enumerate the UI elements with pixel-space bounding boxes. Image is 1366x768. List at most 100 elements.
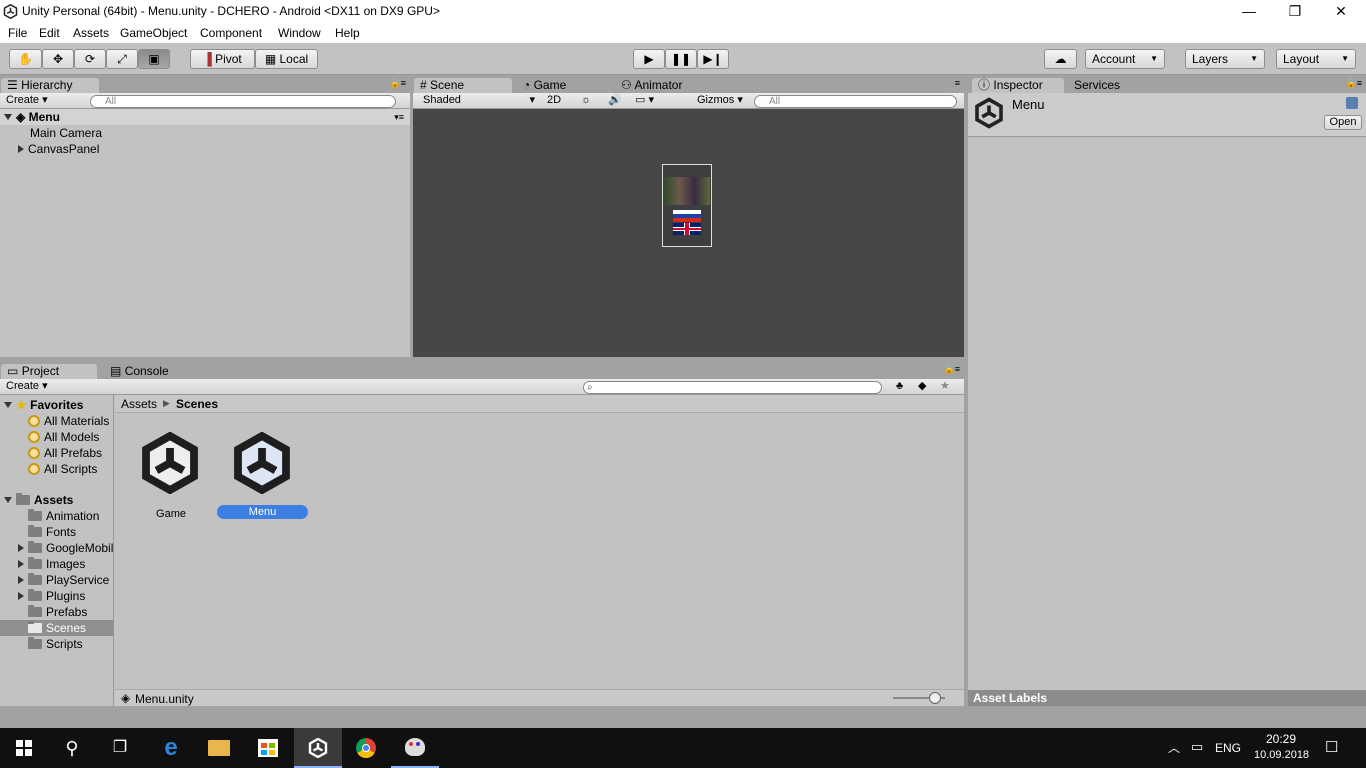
pause-button[interactable]: ❚❚ <box>665 49 697 69</box>
expand-arrow-icon[interactable] <box>18 145 24 153</box>
asset-item-menu[interactable]: Menu <box>217 432 308 522</box>
tab-scene[interactable]: # Scene <box>414 78 512 94</box>
hierarchy-search-input[interactable]: All <box>90 95 396 108</box>
create-dropdown[interactable]: Create ▾ <box>6 380 48 394</box>
flag-uk-icon[interactable] <box>673 223 701 235</box>
mode-2d-toggle[interactable]: 2D <box>547 94 567 108</box>
battery-icon[interactable]: ▭ <box>1191 739 1203 755</box>
play-button[interactable]: ▶ <box>633 49 665 69</box>
task-view-button[interactable]: ❐ <box>96 728 144 768</box>
explorer-app[interactable] <box>195 728 243 768</box>
store-app[interactable] <box>244 728 292 768</box>
tab-game[interactable]: ◔ Game <box>517 78 607 94</box>
folder-item-selected[interactable]: Scenes <box>0 620 113 636</box>
pivot-button[interactable]: ▐ Pivot <box>190 49 255 69</box>
hierarchy-item[interactable]: Main Camera <box>0 125 102 141</box>
open-button[interactable]: Open <box>1324 115 1362 130</box>
tab-console[interactable]: ▤ Console <box>104 364 194 380</box>
scene-menu-icon[interactable]: ▾≡ <box>394 109 404 125</box>
filter-type-button[interactable]: ♣ <box>896 380 903 394</box>
create-dropdown[interactable]: Create ▾ <box>6 94 48 108</box>
scene-row[interactable]: ◈ Menu ▾≡ <box>0 109 410 125</box>
folder-item[interactable]: Images <box>0 556 85 572</box>
tab-project[interactable]: ▭ Project <box>1 364 97 380</box>
search-button[interactable]: ⚲ <box>48 728 96 768</box>
edge-app[interactable]: e <box>147 728 195 768</box>
lock-icon[interactable]: 🔒≡ <box>390 78 406 89</box>
expand-arrow-icon[interactable] <box>18 576 24 584</box>
menu-component[interactable]: Component <box>200 26 262 40</box>
expand-arrow-icon[interactable] <box>4 402 12 408</box>
clock-time[interactable]: 20:29 <box>1266 732 1296 746</box>
favorite-item[interactable]: All Prefabs <box>0 445 102 461</box>
close-button[interactable]: ✕ <box>1318 0 1364 23</box>
menu-edit[interactable]: Edit <box>39 26 60 40</box>
scene-viewport[interactable] <box>413 109 964 357</box>
layers-dropdown[interactable]: Layers ▼ <box>1185 49 1265 69</box>
unity-app[interactable] <box>294 728 342 768</box>
scene-search-input[interactable]: All <box>754 95 957 108</box>
flag-russia-icon[interactable] <box>673 210 701 222</box>
folder-item[interactable]: Fonts <box>0 524 76 540</box>
menu-window[interactable]: Window <box>278 26 321 40</box>
expand-arrow-icon[interactable] <box>18 560 24 568</box>
scale-tool-button[interactable]: ⤢ <box>106 49 138 69</box>
menu-file[interactable]: File <box>8 26 27 40</box>
favorite-item[interactable]: All Scripts <box>0 461 97 477</box>
breadcrumb-scenes[interactable]: Scenes <box>176 397 218 411</box>
expand-arrow-icon[interactable] <box>18 592 24 600</box>
move-tool-button[interactable]: ✥ <box>42 49 74 69</box>
maximize-button[interactable]: ❐ <box>1272 0 1318 23</box>
rotate-tool-button[interactable]: ⟳ <box>74 49 106 69</box>
folder-item[interactable]: GoogleMobil <box>0 540 113 556</box>
folder-item[interactable]: Prefabs <box>0 604 87 620</box>
local-button[interactable]: ▦ Local <box>255 49 318 69</box>
folder-item[interactable]: Plugins <box>0 588 85 604</box>
folder-item[interactable]: Animation <box>0 508 99 524</box>
tab-animator[interactable]: ⚇ Animator <box>615 78 715 94</box>
language-indicator[interactable]: ENG <box>1215 741 1241 755</box>
step-button[interactable]: ▶❙ <box>697 49 729 69</box>
assets-header[interactable]: Assets <box>0 492 73 508</box>
lock-icon[interactable]: 🔒≡ <box>1346 78 1362 89</box>
rect-tool-button[interactable]: ▣ <box>138 49 170 69</box>
expand-arrow-icon[interactable] <box>4 497 12 503</box>
account-dropdown[interactable]: Account ▼ <box>1085 49 1165 69</box>
lighting-toggle[interactable]: ☼ <box>581 94 591 108</box>
effects-dropdown[interactable]: ▭ ▾ <box>635 94 654 108</box>
gizmos-dropdown[interactable]: Gizmos ▾ <box>697 94 743 108</box>
asset-labels-bar[interactable]: Asset Labels <box>968 690 1366 706</box>
paint-app[interactable] <box>391 728 439 768</box>
breadcrumb-assets[interactable]: Assets <box>121 397 157 411</box>
tab-inspector[interactable]: ⓘ Inspector <box>972 78 1064 94</box>
lock-icon[interactable]: 🔒≡ <box>944 364 960 375</box>
shading-dropdown[interactable]: Shaded ▾ <box>423 94 535 108</box>
folder-item[interactable]: PlayService <box>0 572 109 588</box>
menu-assets[interactable]: Assets <box>73 26 109 40</box>
help-book-icon[interactable] <box>1346 97 1358 109</box>
panel-menu-icon[interactable]: ≡ <box>955 78 960 88</box>
favorite-item[interactable]: All Models <box>0 429 99 445</box>
menu-help[interactable]: Help <box>335 26 360 40</box>
favorite-item[interactable]: All Materials <box>0 413 109 429</box>
tab-services[interactable]: Services <box>1068 78 1138 94</box>
favorite-button[interactable]: ★ <box>940 380 950 394</box>
chevron-up-icon[interactable]: ︿ <box>1168 739 1180 756</box>
tab-hierarchy[interactable]: ☰ Hierarchy <box>1 78 99 94</box>
cloud-button[interactable]: ☁ <box>1044 49 1077 69</box>
chrome-app[interactable] <box>342 728 390 768</box>
layout-dropdown[interactable]: Layout ▼ <box>1276 49 1356 69</box>
hand-tool-button[interactable]: ✋ <box>9 49 42 69</box>
expand-arrow-icon[interactable] <box>18 544 24 552</box>
start-button[interactable] <box>0 728 48 768</box>
favorites-header[interactable]: ★ Favorites <box>0 397 83 413</box>
project-search-input[interactable]: ⌕ <box>583 381 882 394</box>
expand-arrow-icon[interactable] <box>4 114 12 120</box>
folder-item[interactable]: Scripts <box>0 636 83 652</box>
notifications-icon[interactable]: ☐ <box>1325 738 1338 756</box>
audio-toggle[interactable]: 🔊 <box>608 94 622 108</box>
menu-gameobject[interactable]: GameObject <box>120 26 187 40</box>
minimize-button[interactable]: — <box>1226 0 1272 23</box>
zoom-slider-handle[interactable] <box>929 692 941 704</box>
hierarchy-item[interactable]: CanvasPanel <box>0 141 99 157</box>
